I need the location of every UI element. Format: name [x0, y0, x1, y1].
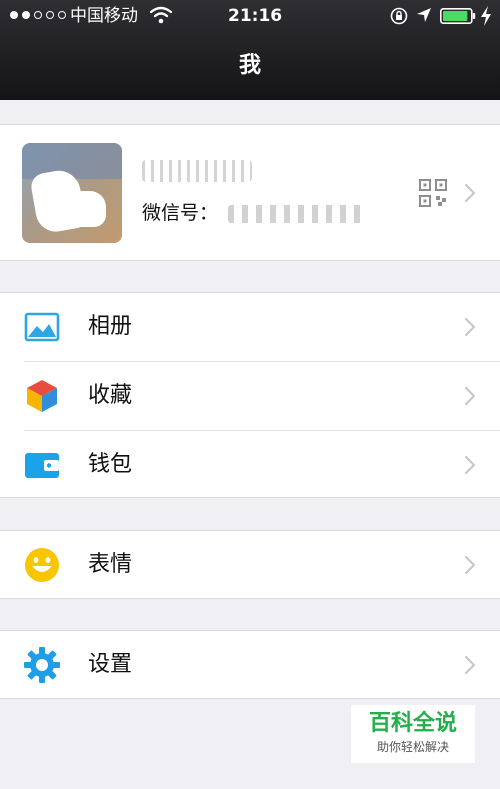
charging-icon [481, 6, 491, 26]
avatar[interactable] [22, 143, 122, 243]
menu-group-settings: 设置 [0, 630, 500, 699]
menu-item-album[interactable]: 相册 [0, 293, 500, 361]
page-title: 我 [238, 53, 261, 78]
chevron-right-icon [464, 455, 476, 475]
location-arrow-icon [417, 8, 431, 22]
chevron-right-icon [464, 317, 476, 337]
status-time: 21:16 [228, 6, 283, 26]
favorites-cube-icon [27, 380, 57, 412]
menu-item-label: 相册 [88, 314, 133, 339]
menu-item-label: 钱包 [88, 452, 133, 477]
nickname-redacted [142, 160, 252, 182]
carrier-name: 中国移动 [70, 6, 138, 26]
signal-dots-icon [10, 11, 66, 19]
battery-icon [440, 8, 476, 24]
menu-item-label: 收藏 [88, 383, 133, 408]
top-bar: 中国移动 21:16 我 [0, 0, 500, 100]
album-icon [24, 312, 60, 342]
wechat-id-label: 微信号： [142, 202, 219, 224]
wifi-icon [150, 6, 172, 24]
chevron-right-icon [464, 183, 476, 203]
wechat-id-redacted [228, 205, 366, 223]
chevron-right-icon [464, 655, 476, 675]
smiley-icon [25, 548, 59, 582]
rotation-lock-icon [390, 7, 408, 25]
qr-code-icon[interactable] [419, 179, 447, 207]
menu-item-favorites[interactable]: 收藏 [0, 362, 500, 430]
menu-item-label: 表情 [88, 552, 133, 577]
gear-icon [24, 647, 60, 683]
chevron-right-icon [464, 386, 476, 406]
watermark-logo: 百科全说 助你轻松解决 [351, 705, 475, 763]
watermark-title: 百科全说 [368, 711, 457, 736]
menu-item-label: 设置 [88, 652, 133, 677]
menu-item-stickers[interactable]: 表情 [0, 531, 500, 599]
menu-item-wallet[interactable]: 钱包 [0, 431, 500, 499]
wallet-icon [25, 453, 59, 478]
chevron-right-icon [464, 555, 476, 575]
watermark-subtitle: 助你轻松解决 [376, 740, 449, 754]
menu-group-stickers: 表情 [0, 530, 500, 599]
status-bar: 中国移动 21:16 [0, 0, 500, 32]
menu-item-settings[interactable]: 设置 [0, 631, 500, 699]
menu-group-primary: 相册 收藏 钱包 [0, 292, 500, 498]
